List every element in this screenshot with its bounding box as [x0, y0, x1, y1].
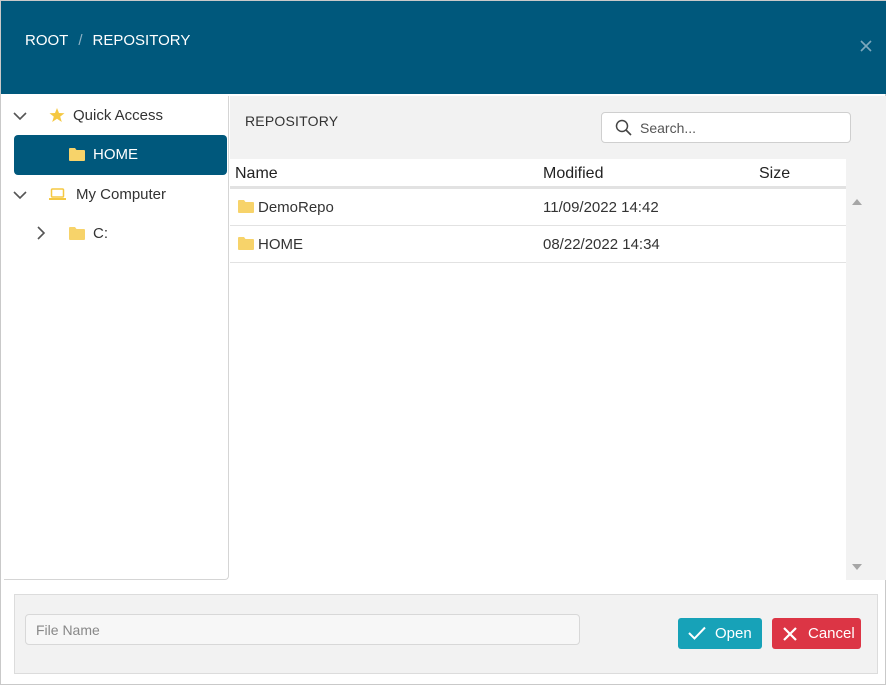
tree-item-quick-access[interactable]: Quick Access [4, 96, 229, 136]
column-header-size[interactable]: Size [759, 165, 790, 183]
breadcrumb: ROOT / REPOSITORY [25, 32, 190, 49]
tree-item-my-computer[interactable]: My Computer [4, 175, 229, 215]
breadcrumb-root[interactable]: ROOT [25, 32, 68, 49]
tree-item-label: C: [93, 225, 108, 242]
column-header-modified[interactable]: Modified [543, 165, 603, 183]
star-icon [49, 108, 65, 122]
content-title: REPOSITORY [245, 113, 339, 129]
file-name: HOME [258, 236, 303, 253]
file-modified: 08/22/2022 14:34 [543, 236, 660, 253]
close-icon[interactable] [857, 37, 875, 55]
file-name: DemoRepo [258, 199, 334, 216]
close-icon [783, 627, 797, 641]
file-grid: Name Modified Size DemoRepo 11/09/2022 1… [230, 159, 846, 580]
breadcrumb-separator: / [78, 32, 83, 49]
table-row[interactable]: HOME 08/22/2022 14:34 [230, 226, 846, 263]
chevron-down-icon[interactable] [13, 109, 27, 123]
grid-header: Name Modified Size [230, 159, 846, 189]
file-modified: 11/09/2022 14:42 [543, 199, 659, 216]
dialog-header: ROOT / REPOSITORY [1, 1, 886, 94]
tree-item-label: My Computer [76, 186, 167, 203]
table-row[interactable]: DemoRepo 11/09/2022 14:42 [230, 189, 846, 226]
search-icon [615, 119, 632, 136]
cancel-button[interactable]: Cancel [772, 618, 861, 649]
file-open-dialog: ROOT / REPOSITORY Quick Access HOME My C… [0, 0, 886, 685]
column-header-name[interactable]: Name [235, 165, 278, 183]
laptop-icon [49, 188, 66, 200]
folder-icon [238, 237, 254, 250]
folder-tree: Quick Access HOME My Computer C: [4, 96, 229, 580]
open-button[interactable]: Open [678, 618, 762, 649]
folder-icon [69, 148, 85, 161]
tree-item-label: HOME [93, 146, 138, 163]
tree-item-label: Quick Access [73, 107, 164, 124]
chevron-right-icon[interactable] [34, 226, 48, 240]
open-button-label: Open [715, 625, 752, 642]
scroll-up-icon[interactable] [852, 199, 862, 205]
dialog-footer: Open Cancel [14, 594, 878, 674]
folder-icon [69, 227, 85, 240]
breadcrumb-repository[interactable]: REPOSITORY [93, 32, 191, 49]
search-box[interactable] [601, 112, 851, 143]
chevron-down-icon[interactable] [13, 188, 27, 202]
vertical-scrollbar[interactable] [847, 159, 869, 580]
search-input[interactable] [640, 118, 840, 138]
scroll-down-icon[interactable] [852, 564, 862, 570]
check-icon [688, 626, 706, 640]
cancel-button-label: Cancel [808, 625, 855, 642]
content-pane: REPOSITORY Name Modified Size DemoRepo 1… [230, 96, 886, 580]
tree-item-drive-c[interactable]: C: [4, 214, 229, 254]
file-name-input[interactable] [25, 614, 580, 645]
folder-icon [238, 200, 254, 213]
tree-item-home[interactable]: HOME [14, 135, 227, 175]
